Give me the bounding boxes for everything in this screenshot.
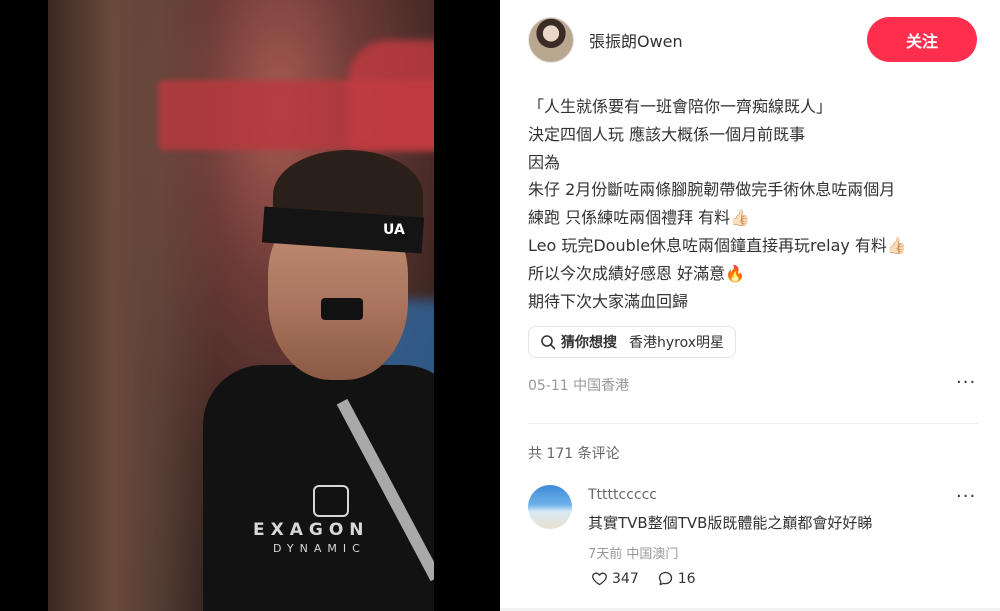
- post-line: 決定四個人玩 應該大概係一個月前既事: [528, 124, 806, 144]
- post-line: 所以今次成績好感恩 好滿意🔥: [528, 263, 746, 283]
- comment-actions: 347 16: [591, 570, 714, 587]
- shirt-logo: [313, 485, 349, 517]
- shirt-brand-subtext: DYNAMIC: [273, 542, 366, 555]
- post-line: 「人生就係要有一班會陪你一齊痴線既人」: [528, 97, 833, 116]
- post-date-location: 05-11 中国香港: [528, 378, 630, 394]
- photo-background-arch: [348, 40, 434, 150]
- commenter-avatar[interactable]: [528, 485, 572, 529]
- comment-text[interactable]: 其實TVB整個TVB版既體能之巔都會好好睇: [588, 512, 872, 533]
- photo-athlete: EXAGON DYNAMIC UA: [203, 150, 434, 611]
- divider: [528, 423, 978, 424]
- comment-bubble-icon: [658, 571, 672, 586]
- post-photo: EXAGON DYNAMIC UA: [48, 0, 434, 611]
- shirt-brand-text: EXAGON: [253, 520, 370, 540]
- headband-logo: UA: [383, 222, 405, 238]
- suggested-search-label: 猜你想搜: [561, 335, 617, 351]
- post-detail-panel: 張振朗Owen 关注 「人生就係要有一班會陪你一齊痴線既人」 決定四個人玩 應該…: [500, 0, 1000, 611]
- nose-tape: [321, 298, 363, 320]
- post-more-icon[interactable]: ···: [956, 372, 976, 393]
- search-icon: [541, 335, 556, 350]
- post-media[interactable]: EXAGON DYNAMIC UA: [0, 0, 500, 611]
- author-avatar[interactable]: [528, 17, 574, 63]
- heart-icon: [592, 572, 607, 586]
- author-name[interactable]: 張振朗Owen: [589, 28, 683, 52]
- comment-like-button[interactable]: 347: [591, 570, 639, 587]
- follow-button[interactable]: 关注: [867, 17, 977, 62]
- comment-meta: 7天前 中国澳门: [588, 547, 679, 562]
- comment-item: Tttttccccc ··· 其實TVB整個TVB版既體能之巔都會好好睇 7天前…: [528, 482, 978, 602]
- post-line: 練跑 只係練咗兩個禮拜 有料👍🏻: [528, 208, 751, 228]
- comment-reply-count: 16: [677, 570, 696, 587]
- post-content: 「人生就係要有一班會陪你一齊痴線既人」 決定四個人玩 應該大概係一個月前既事 因…: [528, 93, 978, 315]
- post-line: Leo 玩完Double休息咗兩個鐘直接再玩relay 有料👍🏻: [528, 235, 907, 255]
- comment-count: 共 171 条评论: [528, 446, 620, 462]
- post-line: 朱仔 2月份斷咗兩條腳腕韌帶做完手術休息咗兩個月: [528, 180, 896, 200]
- commenter-name[interactable]: Tttttccccc: [588, 487, 657, 503]
- comment-reply-button[interactable]: 16: [657, 570, 696, 587]
- comment-like-count: 347: [612, 570, 639, 587]
- post-line: 因為: [528, 152, 561, 172]
- comment-more-icon[interactable]: ···: [956, 486, 976, 507]
- suggested-search-query[interactable]: 香港hyrox明星: [629, 332, 724, 352]
- suggested-search-chip[interactable]: 猜你想搜 香港hyrox明星: [528, 326, 737, 358]
- post-line: 期待下次大家滿血回歸: [528, 291, 689, 311]
- author-info[interactable]: 張振朗Owen: [528, 17, 683, 63]
